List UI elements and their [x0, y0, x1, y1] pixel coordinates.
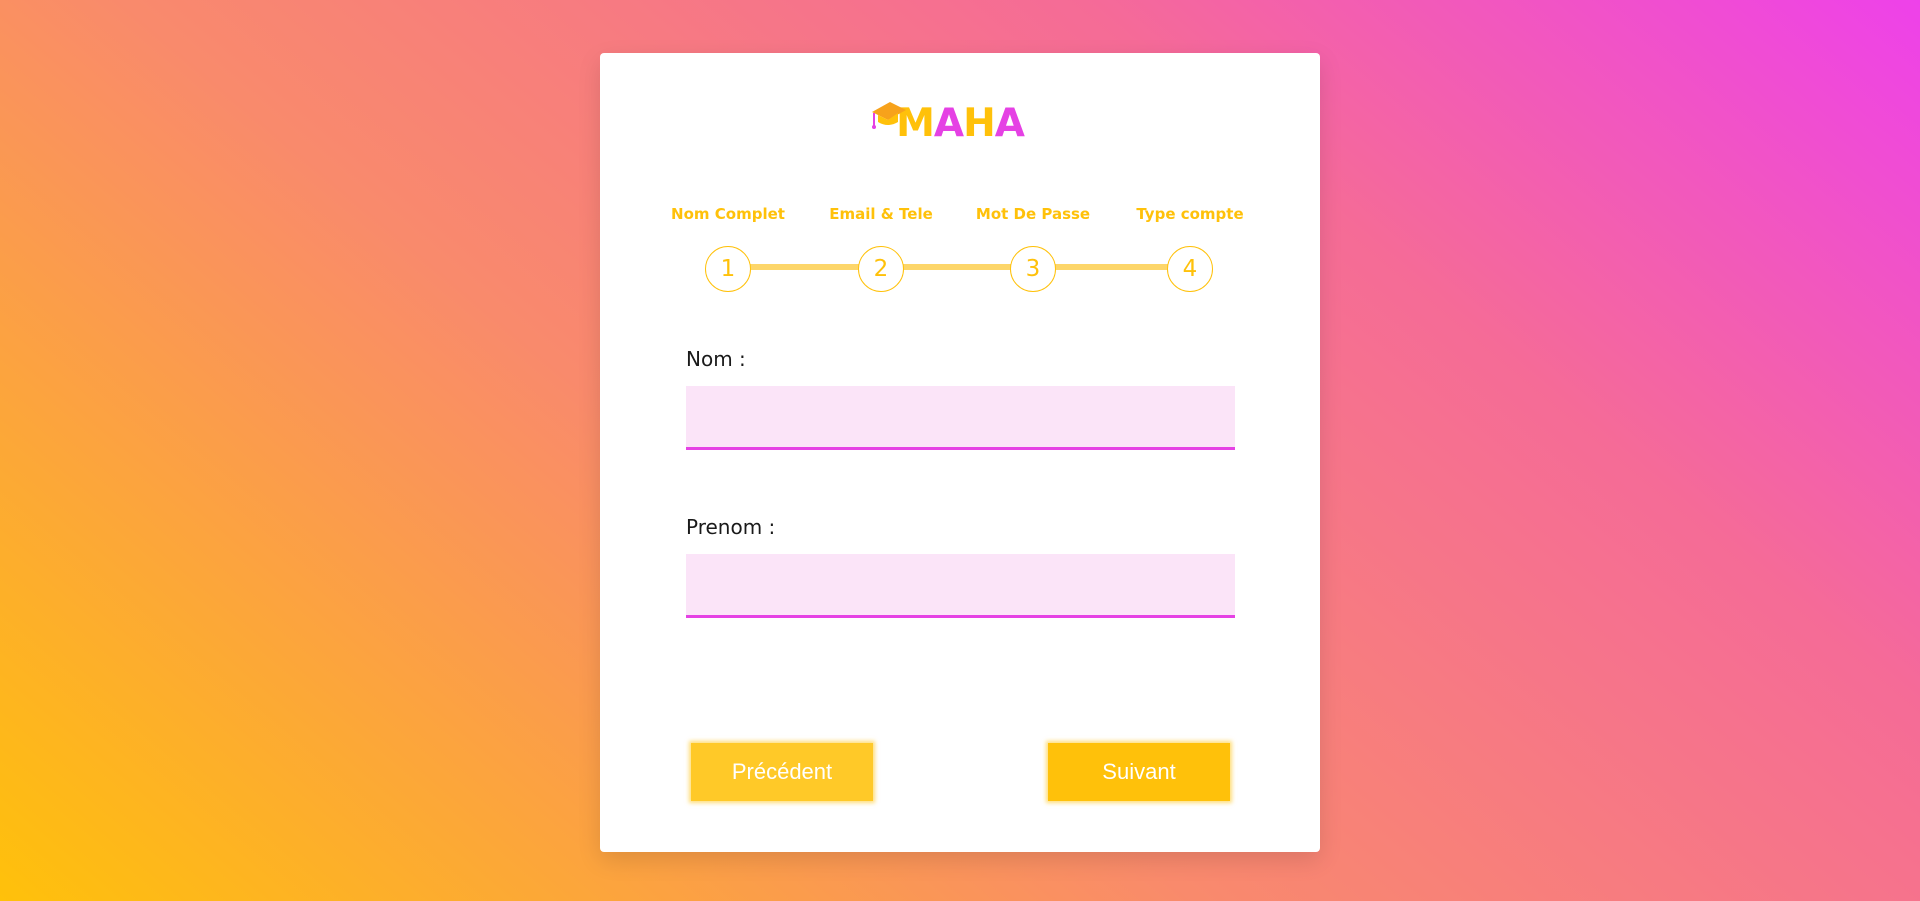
step-circle-4: 4 — [1167, 246, 1213, 292]
step-label-mot-de-passe: Mot De Passe — [975, 205, 1091, 223]
step-connector — [728, 264, 1190, 270]
previous-button[interactable]: Précédent — [691, 743, 873, 801]
step-label-type-compte: Type compte — [1136, 205, 1244, 223]
nom-input[interactable] — [686, 386, 1235, 450]
step-circle-3: 3 — [1010, 246, 1056, 292]
step-circle-2: 2 — [858, 246, 904, 292]
next-button[interactable]: Suivant — [1048, 743, 1230, 801]
step-circle-1: 1 — [705, 246, 751, 292]
prenom-input[interactable] — [686, 554, 1235, 618]
step-label-email-tele: Email & Tele — [829, 205, 933, 223]
signup-card: MAHA Nom Complet Email & Tele Mot De Pas… — [600, 53, 1320, 852]
step-label-nom-complet: Nom Complet — [671, 205, 785, 223]
progress-steps: Nom Complet Email & Tele Mot De Passe Ty… — [600, 53, 1320, 353]
nom-label: Nom : — [686, 347, 746, 371]
prenom-label: Prenom : — [686, 515, 776, 539]
